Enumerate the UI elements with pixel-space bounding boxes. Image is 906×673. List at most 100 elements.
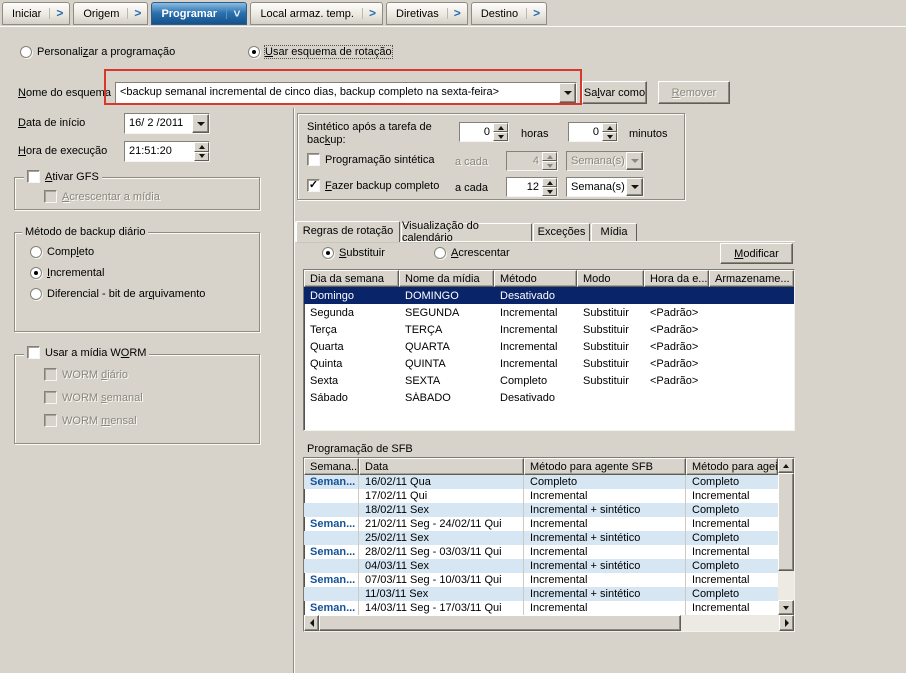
- full-unit-combobox[interactable]: Semana(s): [566, 177, 644, 197]
- checkbox-fazer-backup-completo[interactable]: Fazer backup completo: [307, 179, 439, 192]
- scroll-left-icon[interactable]: [304, 615, 319, 631]
- scroll-up-icon[interactable]: [778, 458, 794, 473]
- tab-visualizacao-do-calendario[interactable]: Visualização do calendário: [401, 223, 532, 242]
- tab-excecoes[interactable]: Exceções: [533, 223, 590, 242]
- table-cell: Incremental: [686, 489, 778, 503]
- table-row[interactable]: Seman...16/02/11 QuaCompletoCompleto: [304, 475, 794, 489]
- wizard-tab-diretivas[interactable]: Diretivas >: [386, 2, 468, 25]
- column-header[interactable]: Hora da e...: [644, 270, 709, 287]
- checkbox-acrescentar-midia[interactable]: Acrescentar a mídia: [44, 190, 160, 203]
- radio-personalizar-programacao[interactable]: Personalizar a programação: [20, 46, 175, 58]
- checkbox-label: Usar a mídia WORM: [45, 347, 146, 359]
- checkbox-icon: [307, 179, 320, 192]
- tab-regras-de-rotacao[interactable]: Regras de rotação: [296, 221, 400, 242]
- modify-button[interactable]: Modificar: [720, 243, 793, 264]
- radio-diferencial[interactable]: Diferencial - bit de arquivamento: [30, 288, 205, 300]
- table-cell: Desativado: [494, 290, 577, 302]
- table-row[interactable]: Seman...21/02/11 Seg - 24/02/11 QuiIncre…: [304, 517, 794, 531]
- scroll-thumb[interactable]: [778, 473, 794, 571]
- column-header[interactable]: Dia da semana: [304, 270, 399, 287]
- save-as-button[interactable]: Salvar como: [582, 81, 647, 104]
- schedule-unit-combobox[interactable]: Semana(s): [566, 151, 644, 171]
- tab-label: Programar: [161, 8, 217, 20]
- column-header[interactable]: Método: [494, 270, 577, 287]
- table-row[interactable]: SegundaSEGUNDAIncrementalSubstituir<Padr…: [304, 304, 794, 321]
- minutes-label: minutos: [629, 128, 668, 140]
- radio-label: Acrescentar: [451, 247, 510, 259]
- sfb-vertical-scrollbar[interactable]: [778, 458, 794, 615]
- radio-completo[interactable]: Completo: [30, 246, 94, 258]
- radio-incremental[interactable]: Incremental: [30, 267, 104, 279]
- checkbox-ativar-gfs[interactable]: Ativar GFS: [24, 170, 102, 183]
- table-row[interactable]: 17/02/11 QuiIncrementalIncremental: [304, 489, 794, 503]
- column-header[interactable]: Modo: [577, 270, 644, 287]
- scroll-right-icon[interactable]: [779, 615, 794, 631]
- table-row[interactable]: 18/02/11 SexIncremental + sintéticoCompl…: [304, 503, 794, 517]
- spin-down-icon[interactable]: [542, 187, 557, 196]
- table-cell: Incremental: [494, 341, 577, 353]
- remove-button[interactable]: Remover: [658, 81, 730, 104]
- radio-icon: [434, 247, 446, 259]
- wizard-tab-destino[interactable]: Destino >: [471, 2, 547, 25]
- exec-time-spinner[interactable]: 21:51:20: [124, 141, 210, 162]
- checkbox-icon: [44, 414, 57, 427]
- tab-midia[interactable]: Mídia: [591, 223, 637, 242]
- spin-down-icon: [542, 161, 557, 170]
- chevron-down-icon[interactable]: [192, 114, 209, 133]
- checkbox-worm-mensal[interactable]: WORM mensal: [44, 414, 137, 427]
- table-row[interactable]: Seman...07/03/11 Seg - 10/03/11 QuiIncre…: [304, 573, 794, 587]
- radio-substituir[interactable]: Substituir: [322, 247, 385, 259]
- table-row[interactable]: QuintaQUINTAIncrementalSubstituir<Padrão…: [304, 355, 794, 372]
- sfb-horizontal-scrollbar[interactable]: [304, 615, 794, 631]
- table-row[interactable]: DomingoDOMINGODesativado: [304, 287, 794, 304]
- wizard-tab-local-armaz-temp[interactable]: Local armaz. temp. >: [250, 2, 383, 25]
- wizard-tab-origem[interactable]: Origem >: [73, 2, 148, 25]
- table-row[interactable]: SextaSEXTACompletoSubstituir<Padrão>: [304, 372, 794, 389]
- sfb-table-header: Semana...DataMétodo para agente SFBMétod…: [304, 458, 794, 475]
- schedule-every-spinner[interactable]: 4: [506, 151, 558, 171]
- checkbox-programacao-sintetica[interactable]: Programação sintética: [307, 153, 434, 166]
- chevron-down-icon[interactable]: [626, 178, 643, 196]
- checkbox-worm-diario[interactable]: WORM diário: [44, 368, 128, 381]
- scheme-name-label: Nome do esquema: [18, 87, 111, 99]
- radio-acrescentar[interactable]: Acrescentar: [434, 247, 510, 259]
- column-header[interactable]: Data: [359, 458, 524, 475]
- table-cell: Quinta: [304, 358, 399, 370]
- spin-down-icon[interactable]: [602, 132, 617, 141]
- start-date-picker[interactable]: 16/ 2 /2011: [124, 113, 210, 134]
- table-row[interactable]: 04/03/11 SexIncremental + sintéticoCompl…: [304, 559, 794, 573]
- checkbox-worm-semanal[interactable]: WORM semanal: [44, 391, 143, 404]
- spin-up-icon[interactable]: [602, 123, 617, 132]
- column-header[interactable]: Método para agente SFB: [524, 458, 686, 475]
- table-cell: Sexta: [304, 375, 399, 387]
- table-row[interactable]: SábadoSÁBADODesativado: [304, 389, 794, 406]
- table-row[interactable]: 25/02/11 SexIncremental + sintéticoCompl…: [304, 531, 794, 545]
- radio-usar-esquema-rotacao[interactable]: Usar esquema de rotação: [248, 46, 392, 58]
- spin-up-icon[interactable]: [493, 123, 508, 132]
- hours-spinner[interactable]: 0: [459, 122, 509, 142]
- table-cell: [304, 503, 359, 517]
- scroll-down-icon[interactable]: [778, 600, 794, 615]
- full-every-spinner[interactable]: 12: [506, 177, 558, 197]
- radio-icon: [30, 246, 42, 258]
- column-header[interactable]: Nome da mídia: [399, 270, 494, 287]
- checkbox-usar-midia-worm[interactable]: Usar a mídia WORM: [24, 346, 149, 359]
- spin-down-icon[interactable]: [493, 132, 508, 141]
- minutes-spinner[interactable]: 0: [568, 122, 618, 142]
- wizard-tab-programar[interactable]: Programar >: [151, 2, 247, 25]
- column-header[interactable]: Semana...: [304, 458, 359, 475]
- table-cell: Completo: [686, 475, 778, 489]
- spin-up-icon[interactable]: [542, 178, 557, 187]
- spin-up-icon[interactable]: [194, 142, 209, 152]
- wizard-tab-iniciar[interactable]: Iniciar >: [2, 2, 70, 25]
- scroll-thumb[interactable]: [319, 615, 681, 631]
- table-row[interactable]: TerçaTERÇAIncrementalSubstituir<Padrão>: [304, 321, 794, 338]
- spin-down-icon[interactable]: [194, 152, 209, 162]
- table-row[interactable]: QuartaQUARTAIncrementalSubstituir<Padrão…: [304, 338, 794, 355]
- table-row[interactable]: Seman...14/03/11 Seg - 17/03/11 QuiIncre…: [304, 601, 794, 615]
- column-header[interactable]: Armazename...: [709, 270, 794, 287]
- column-header[interactable]: Método para agei: [686, 458, 778, 475]
- table-row[interactable]: Seman...28/02/11 Seg - 03/03/11 QuiIncre…: [304, 545, 794, 559]
- table-cell: DOMINGO: [399, 290, 494, 302]
- table-row[interactable]: 11/03/11 SexIncremental + sintéticoCompl…: [304, 587, 794, 601]
